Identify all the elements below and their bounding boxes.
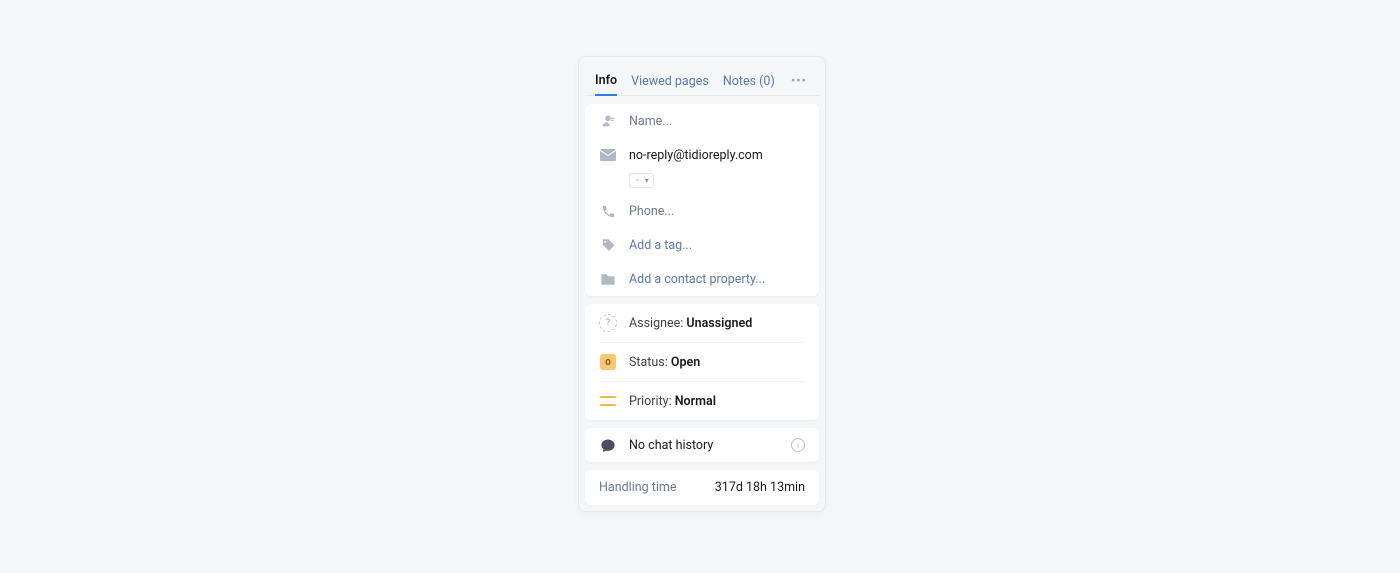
mail-icon xyxy=(599,146,617,164)
priority-icon xyxy=(599,392,617,410)
phone-icon xyxy=(599,202,617,220)
tab-info[interactable]: Info xyxy=(595,67,617,96)
chat-icon xyxy=(599,436,617,454)
status-row[interactable]: O Status: Open xyxy=(585,343,819,381)
info-icon[interactable]: i xyxy=(791,438,805,452)
name-row[interactable]: Name... xyxy=(585,104,819,138)
tab-notes[interactable]: Notes (0) xyxy=(723,68,775,95)
handling-time-row: Handling time 317d 18h 13min xyxy=(585,470,819,505)
contact-info-panel: Info Viewed pages Notes (0) ••• Name... … xyxy=(578,56,826,512)
meta-card: ? Assignee: Unassigned O Status: Open Pr… xyxy=(585,304,819,420)
name-field[interactable]: Name... xyxy=(629,114,805,129)
phone-row[interactable]: Phone... xyxy=(585,194,819,228)
add-tag-field[interactable]: Add a tag... xyxy=(629,238,805,253)
priority-text: Priority: Normal xyxy=(629,394,716,409)
tag-icon xyxy=(599,236,617,254)
handling-time-card: Handling time 317d 18h 13min xyxy=(585,470,819,505)
chat-history-row[interactable]: No chat history i xyxy=(585,428,819,462)
person-icon xyxy=(599,112,617,130)
chat-history-card: No chat history i xyxy=(585,428,819,462)
tab-viewed-pages[interactable]: Viewed pages xyxy=(631,68,709,95)
more-icon[interactable]: ••• xyxy=(791,74,809,89)
contact-card: Name... no-reply@tidioreply.com - Phone.… xyxy=(585,104,819,296)
priority-row[interactable]: Priority: Normal xyxy=(585,382,819,420)
status-text: Status: Open xyxy=(629,355,700,370)
assignee-icon: ? xyxy=(599,314,617,332)
folder-icon xyxy=(599,270,617,288)
tab-bar: Info Viewed pages Notes (0) ••• xyxy=(585,63,819,96)
add-property-field[interactable]: Add a contact property... xyxy=(629,272,805,287)
handling-time-value: 317d 18h 13min xyxy=(715,480,805,495)
email-row[interactable]: no-reply@tidioreply.com xyxy=(585,138,819,168)
status-icon: O xyxy=(599,353,617,371)
handling-time-label: Handling time xyxy=(599,480,677,495)
property-row[interactable]: Add a contact property... xyxy=(585,262,819,296)
chat-history-text: No chat history xyxy=(629,438,779,453)
tag-row[interactable]: Add a tag... xyxy=(585,228,819,262)
country-select[interactable]: - xyxy=(629,173,654,188)
assignee-text: Assignee: Unassigned xyxy=(629,316,752,331)
email-value[interactable]: no-reply@tidioreply.com xyxy=(629,148,805,163)
phone-field[interactable]: Phone... xyxy=(629,204,805,219)
assignee-row[interactable]: ? Assignee: Unassigned xyxy=(585,304,819,342)
